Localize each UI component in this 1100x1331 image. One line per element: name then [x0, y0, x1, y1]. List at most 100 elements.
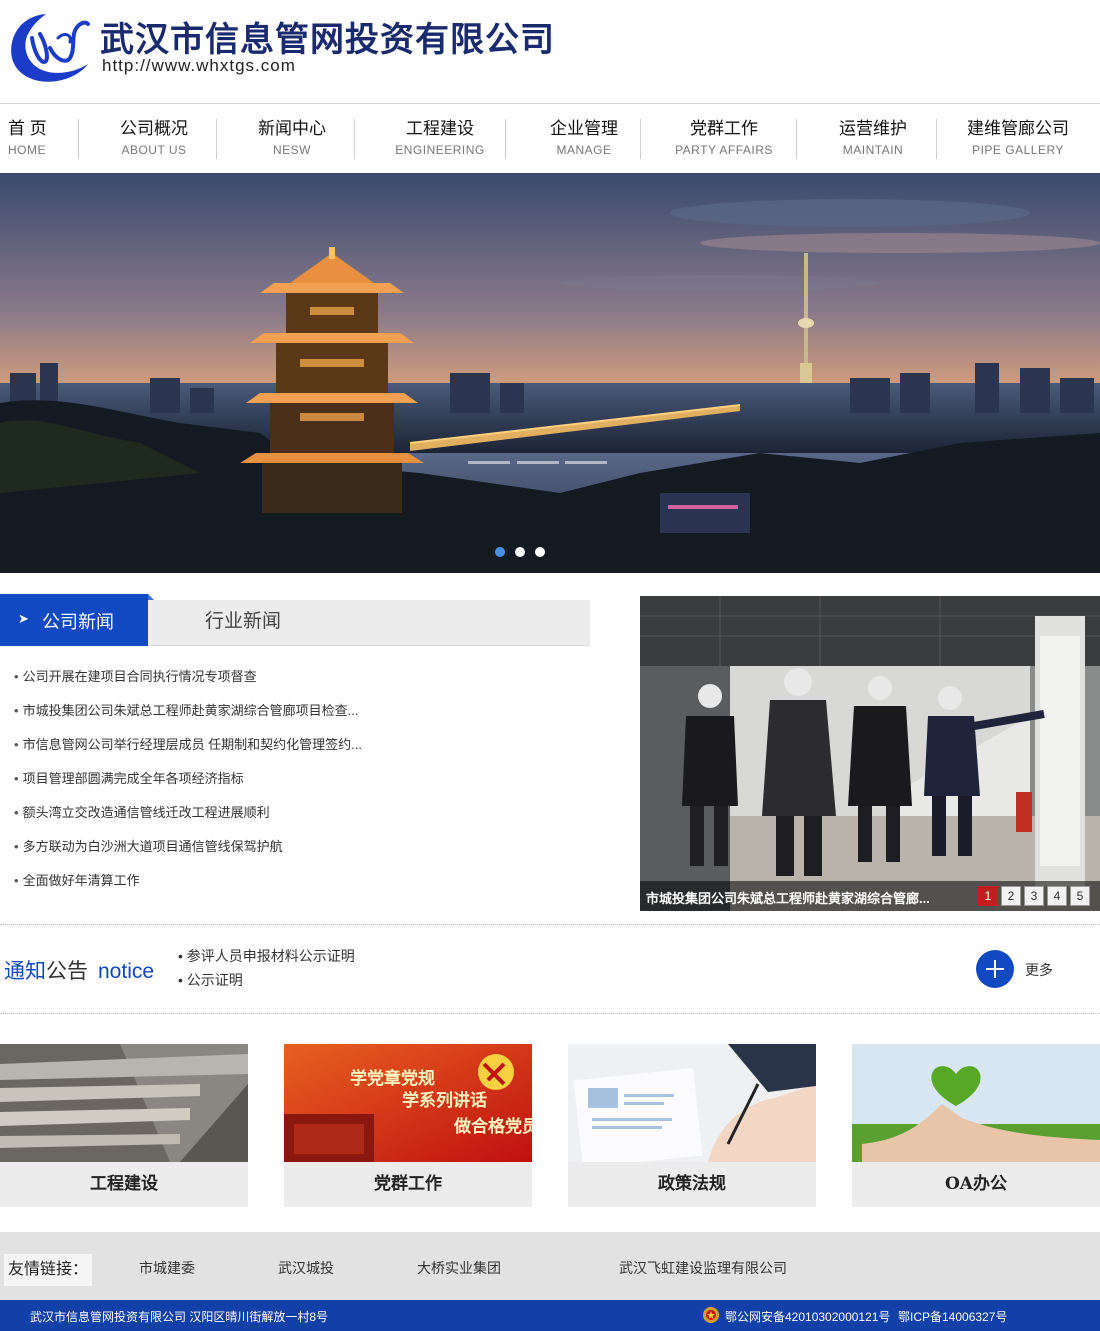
- nav-divider: [78, 119, 79, 159]
- news-photo-slider[interactable]: 市城投集团公司朱斌总工程师赴黄家湖综合管廊... 1 2 3 4 5: [640, 596, 1100, 911]
- nav-label-cn: 公司概况: [120, 119, 188, 138]
- nav-divider: [640, 119, 641, 159]
- nav-divider: [936, 119, 937, 159]
- nav-label-en: PARTY AFFAIRS: [675, 143, 773, 157]
- news-item[interactable]: • 公司开展在建项目合同执行情况专项督查: [14, 660, 584, 694]
- nav-label-cn: 企业管理: [550, 119, 618, 138]
- tab-company-news[interactable]: ➤ 公司新闻: [0, 594, 154, 646]
- nav-label-en: ENGINEERING: [395, 143, 485, 157]
- nav-label-en: HOME: [8, 143, 46, 157]
- nav-item-news[interactable]: 新闻中心 NESW: [242, 117, 342, 161]
- nav-label-en: NESW: [273, 143, 311, 157]
- site-footer: 武汉市信息管网投资有限公司 汉阳区晴川街解放一村8号 鄂公网安备42010302…: [0, 1300, 1100, 1331]
- section-divider: [0, 1013, 1100, 1014]
- nav-item-party[interactable]: 党群工作 PARTY AFFAIRS: [670, 117, 778, 161]
- notice-title: 通知公告 notice: [4, 960, 155, 983]
- police-badge-icon: [703, 1307, 719, 1323]
- footer-address: 武汉市信息管网投资有限公司 汉阳区晴川街解放一村8号: [30, 1310, 329, 1324]
- plus-icon[interactable]: [976, 950, 1014, 988]
- nav-item-about[interactable]: 公司概况 ABOUT US: [104, 117, 204, 161]
- slide-dot-1[interactable]: [495, 547, 505, 557]
- photo-pager-3[interactable]: 3: [1024, 886, 1044, 906]
- banner-image: [0, 173, 1100, 573]
- nav-label-cn: 党群工作: [690, 119, 758, 138]
- card-party-slogan-2: 学系列讲话: [402, 1090, 487, 1111]
- nav-label-en: MAINTAIN: [842, 143, 904, 157]
- nav-label-cn: 新闻中心: [258, 119, 326, 138]
- nav-item-pipe-gallery[interactable]: 建维管廊公司 PIPE GALLERY: [962, 117, 1074, 161]
- nav-label-cn: 运营维护: [839, 119, 907, 138]
- card-label: 政策法规: [568, 1162, 816, 1207]
- hero-banner: [0, 173, 1100, 573]
- nav-label-cn: 首 页: [8, 119, 47, 138]
- notice-list: • 参评人员申报材料公示证明 • 公示证明: [178, 944, 355, 992]
- card-party[interactable]: 学党章党规 学系列讲话 做合格党员 党群工作: [284, 1044, 532, 1207]
- company-name: 武汉市信息管网投资有限公司: [100, 20, 555, 60]
- link-feihong-supervision[interactable]: 武汉飞虹建设监理有限公司: [619, 1258, 787, 1278]
- nav-item-engineering[interactable]: 工程建设 ENGINEERING: [388, 117, 492, 161]
- nav-label-en: PIPE GALLERY: [972, 143, 1064, 157]
- card-image: [0, 1044, 248, 1162]
- nav-item-maintain[interactable]: 运营维护 MAINTAIN: [822, 117, 924, 161]
- photo-caption[interactable]: 市城投集团公司朱斌总工程师赴黄家湖综合管廊...: [646, 888, 930, 907]
- friendly-links-label: 友情链接：: [4, 1254, 93, 1286]
- news-list: • 公司开展在建项目合同执行情况专项督查 • 市城投集团公司朱斌总工程师赴黄家湖综合…: [14, 660, 584, 898]
- news-item[interactable]: • 多方联动为白沙洲大道项目通信管线保驾护航: [14, 830, 584, 864]
- card-image: [568, 1044, 816, 1162]
- footer-police-record[interactable]: 鄂公网安备42010302000121号: [725, 1308, 890, 1325]
- company-logo[interactable]: [6, 8, 92, 86]
- nav-label-cn: 工程建设: [406, 119, 474, 138]
- link-city-construction[interactable]: 市城建委: [139, 1258, 195, 1278]
- notice-item[interactable]: • 参评人员申报材料公示证明: [178, 944, 355, 968]
- news-tab-bar: ➤ 公司新闻 行业新闻: [0, 594, 590, 646]
- photo-pager-1[interactable]: 1: [978, 886, 998, 906]
- banner-progress-line: [517, 461, 559, 464]
- card-policy[interactable]: 政策法规: [568, 1044, 816, 1207]
- card-party-slogan-3: 做合格党员: [453, 1116, 532, 1137]
- news-item[interactable]: • 项目管理部圆满完成全年各项经济指标: [14, 762, 584, 796]
- link-bridge-industrial-group[interactable]: 大桥实业集团: [417, 1258, 501, 1278]
- slide-dot-3[interactable]: [535, 547, 545, 557]
- site-header: 武汉市信息管网投资有限公司 http://www.whxtgs.com: [0, 0, 1100, 104]
- nav-label-en: MANAGE: [556, 143, 612, 157]
- notice-item[interactable]: • 公示证明: [178, 968, 355, 992]
- arrow-right-icon: ➤: [18, 611, 29, 626]
- company-url: http://www.whxtgs.com: [102, 56, 296, 75]
- news-item[interactable]: • 市城投集团公司朱斌总工程师赴黄家湖综合管廊项目检查...: [14, 694, 584, 728]
- card-label: 党群工作: [284, 1162, 532, 1207]
- link-wuhan-urban-investment[interactable]: 武汉城投: [278, 1258, 334, 1278]
- nav-divider: [216, 119, 217, 159]
- news-item[interactable]: • 额头湾立交改造通信管线迁改工程进展顺利: [14, 796, 584, 830]
- footer-icp[interactable]: 鄂ICP备14006327号: [898, 1308, 1007, 1325]
- nav-item-manage[interactable]: 企业管理 MANAGE: [532, 117, 636, 161]
- nav-item-home[interactable]: 首 页 HOME: [8, 117, 58, 161]
- nav-divider: [505, 119, 506, 159]
- more-link[interactable]: 更多: [1025, 960, 1053, 980]
- news-photo: [640, 596, 1100, 911]
- card-oa[interactable]: OA办公: [852, 1044, 1100, 1207]
- card-party-slogan-1: 学党章党规: [350, 1068, 435, 1089]
- photo-pager-5[interactable]: 5: [1070, 886, 1090, 906]
- nav-divider: [354, 119, 355, 159]
- card-label: OA办公: [852, 1162, 1100, 1207]
- banner-progress-line: [565, 461, 607, 464]
- nav-divider: [796, 119, 797, 159]
- main-nav: 首 页 HOME 公司概况 ABOUT US 新闻中心 NESW 工程建设 EN…: [0, 105, 1100, 173]
- section-divider: [0, 924, 1100, 925]
- banner-progress-line: [468, 461, 510, 464]
- tab-label: 公司新闻: [42, 612, 114, 632]
- news-item[interactable]: • 市信息管网公司举行经理层成员 任期制和契约化管理签约...: [14, 728, 584, 762]
- photo-pager-2[interactable]: 2: [1001, 886, 1021, 906]
- friendly-links-bar: 友情链接： 市城建委 武汉城投 大桥实业集团 武汉飞虹建设监理有限公司: [0, 1232, 1100, 1300]
- card-engineering[interactable]: 工程建设: [0, 1044, 248, 1207]
- nav-label-en: ABOUT US: [121, 143, 187, 157]
- news-item[interactable]: • 全面做好年清算工作: [14, 864, 584, 898]
- card-image: 学党章党规 学系列讲话 做合格党员: [284, 1044, 532, 1162]
- photo-caption-bar: 市城投集团公司朱斌总工程师赴黄家湖综合管廊... 1 2 3 4 5: [640, 881, 1100, 911]
- photo-pager-4[interactable]: 4: [1047, 886, 1067, 906]
- tab-industry-news[interactable]: 行业新闻: [148, 600, 338, 646]
- card-image: [852, 1044, 1100, 1162]
- card-label: 工程建设: [0, 1162, 248, 1207]
- nav-label-cn: 建维管廊公司: [967, 119, 1069, 138]
- slide-dot-2[interactable]: [515, 547, 525, 557]
